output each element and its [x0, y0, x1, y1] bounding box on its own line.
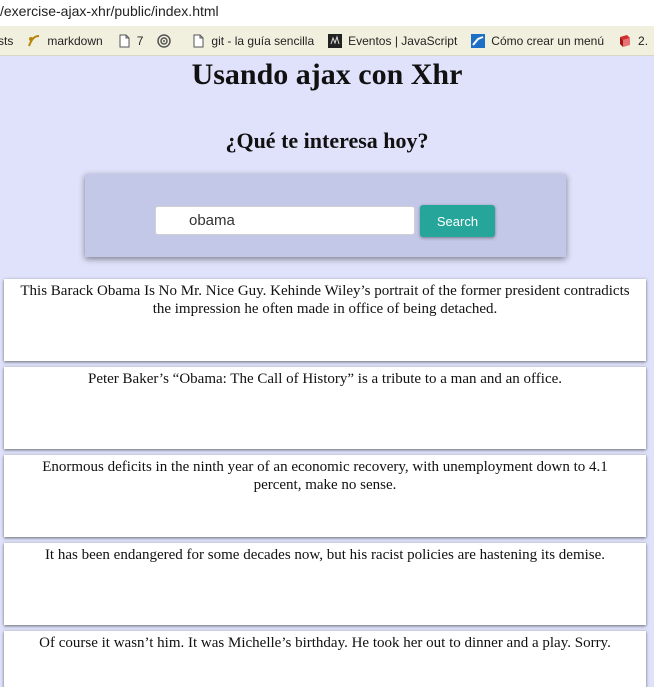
results-list: This Barack Obama Is No Mr. Nice Guy. Ke… — [4, 279, 646, 687]
book-icon — [618, 34, 632, 48]
bookmark-eventos[interactable]: Eventos | JavaScript — [328, 33, 458, 48]
page-title: Usando ajax con Xhr — [191, 58, 463, 91]
bookmark-book[interactable]: 2. — [618, 34, 648, 48]
bookmark-label: markdown — [47, 33, 103, 48]
bookmark-label: 7 — [136, 33, 144, 48]
result-item: It has been endangered for some decades … — [4, 543, 646, 625]
bookmark-git[interactable]: git - la guía sencilla — [191, 34, 314, 48]
page-icon — [191, 34, 205, 48]
result-item: Of course it wasn’t him. It was Michelle… — [4, 631, 646, 687]
result-item: Enormous deficits in the ninth year of a… — [4, 455, 646, 537]
bookmark-target[interactable] — [157, 33, 177, 48]
bookmark-7[interactable]: 7 — [117, 33, 144, 48]
bookmark-markdown[interactable]: markdown — [27, 33, 103, 48]
tutorial-icon — [471, 33, 486, 48]
target-icon — [157, 33, 172, 48]
bookmark-sts[interactable]: sts — [0, 34, 13, 48]
bookmark-label: sts — [0, 33, 14, 48]
search-panel: Search — [85, 174, 566, 257]
search-input[interactable] — [155, 206, 415, 235]
bookmark-label: git - la guía sencilla — [211, 33, 315, 48]
result-item: Peter Baker’s “Obama: The Call of Histor… — [4, 367, 646, 449]
result-item: This Barack Obama Is No Mr. Nice Guy. Ke… — [4, 279, 646, 361]
bookmark-label: 2. — [638, 33, 649, 48]
bookmark-label: Eventos | JavaScript — [348, 33, 458, 48]
url-text[interactable]: /exercise-ajax-xhr/public/index.html — [0, 3, 219, 19]
bookmark-menu[interactable]: Cómo crear un menú — [471, 33, 605, 48]
address-bar[interactable]: /exercise-ajax-xhr/public/index.html — [0, 0, 654, 26]
markdown-icon — [27, 34, 41, 48]
bookmarks-bar: sts markdown 7 git - la guía sencilla Ev… — [0, 26, 654, 56]
page-subtitle: ¿Qué te interesa hoy? — [225, 128, 429, 153]
events-icon — [328, 33, 343, 48]
search-button[interactable]: Search — [420, 205, 495, 237]
bookmark-label: Cómo crear un menú — [491, 33, 605, 48]
page-icon — [117, 34, 131, 48]
